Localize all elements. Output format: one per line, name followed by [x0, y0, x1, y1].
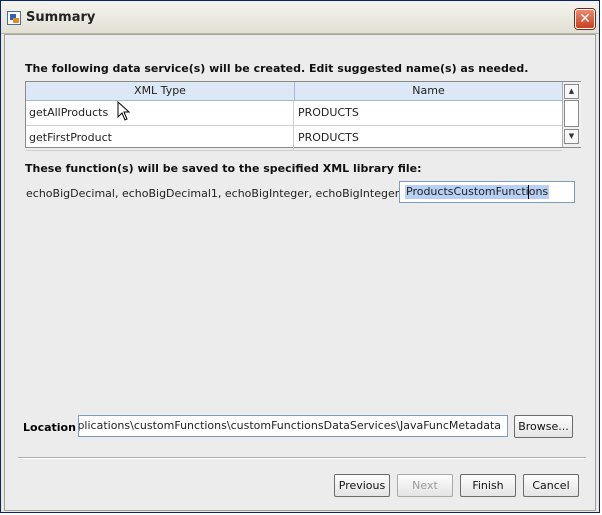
dialog-content: The following data service(s) will be cr…	[4, 34, 596, 511]
xml-type-cell[interactable]: getAllProducts	[26, 101, 294, 125]
close-icon[interactable]: ✕	[575, 9, 595, 29]
name-cell[interactable]: PRODUCTS	[295, 126, 562, 150]
scroll-thumb[interactable]	[564, 100, 579, 127]
services-heading: The following data service(s) will be cr…	[25, 62, 529, 75]
library-file-input[interactable]: ProductsCustomFunctions	[399, 181, 575, 203]
location-value: ojects\applications\customFunctions\cust…	[78, 419, 501, 432]
library-heading: These function(s) will be saved to the s…	[25, 162, 422, 175]
dialog-title: Summary	[26, 10, 96, 25]
location-label: Location	[23, 421, 76, 434]
table-header: XML Type Name	[26, 82, 562, 101]
triangle-up-icon[interactable]: ▲	[564, 84, 579, 99]
table-scrollbar[interactable]: ▲ ▼	[562, 82, 581, 147]
separator	[18, 457, 586, 459]
previous-button[interactable]: Previous	[334, 474, 390, 497]
next-button[interactable]: Next	[397, 474, 453, 497]
triangle-down-icon[interactable]: ▼	[564, 129, 579, 144]
finish-button[interactable]: Finish	[460, 474, 516, 497]
summary-dialog: Summary ✕ The following data service(s) …	[0, 0, 600, 513]
browse-button[interactable]: Browse...	[514, 415, 573, 438]
function-list: echoBigDecimal, echoBigDecimal1, echoBig…	[26, 187, 451, 200]
location-input[interactable]: ojects\applications\customFunctions\cust…	[78, 415, 508, 437]
title-bar[interactable]: Summary ✕	[1, 1, 599, 34]
services-table: XML Type Name getAllProducts PRODUCTS ge…	[25, 81, 581, 151]
column-header-xml-type[interactable]: XML Type	[26, 82, 295, 100]
app-icon	[7, 11, 21, 25]
text-caret	[528, 185, 529, 199]
table-row[interactable]: getFirstProduct PRODUCTS	[26, 126, 562, 151]
table-row[interactable]: getAllProducts PRODUCTS	[26, 101, 562, 126]
xml-type-cell[interactable]: getFirstProduct	[26, 126, 294, 150]
name-cell[interactable]: PRODUCTS	[295, 101, 562, 125]
mouse-pointer-icon	[117, 101, 131, 121]
column-header-name[interactable]: Name	[295, 82, 562, 100]
cancel-button[interactable]: Cancel	[523, 474, 579, 497]
